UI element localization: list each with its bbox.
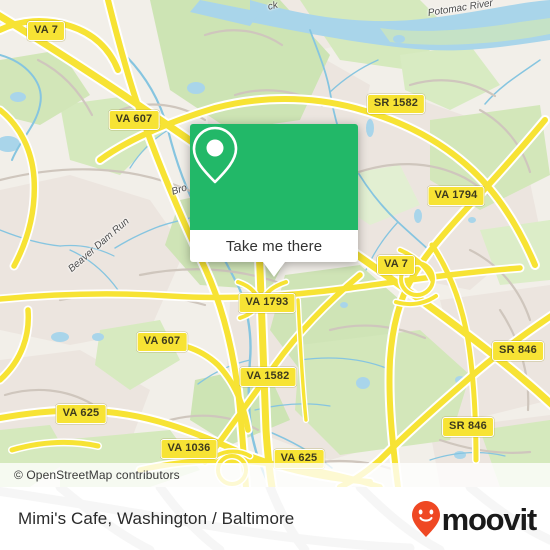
moovit-wordmark: moovit	[441, 502, 538, 537]
road-shield-va-1036[interactable]: VA 1036	[160, 439, 218, 459]
map-canvas[interactable]: Potomac River Beaver Dam Run Bro ck VA 7…	[0, 0, 550, 487]
location-popup[interactable]: Take me there	[190, 124, 358, 277]
road-shield-va-625[interactable]: VA 625	[55, 404, 107, 424]
moovit-smiley-pin-icon	[411, 500, 441, 538]
map-attribution[interactable]: © OpenStreetMap contributors	[0, 463, 550, 487]
road-shield-va-1582[interactable]: VA 1582	[239, 367, 297, 387]
road-shield-sr-846[interactable]: SR 846	[492, 341, 544, 361]
road-shield-sr-1582[interactable]: SR 1582	[366, 94, 426, 114]
road-shield-va-607-2[interactable]: VA 607	[136, 332, 188, 352]
screenshot-root: Potomac River Beaver Dam Run Bro ck VA 7…	[0, 0, 550, 550]
road-shield-va-607[interactable]: VA 607	[108, 110, 160, 130]
moovit-logo[interactable]: moovit	[411, 500, 538, 538]
road-shield-sr-846-2[interactable]: SR 846	[442, 417, 494, 437]
road-shield-va-1794[interactable]: VA 1794	[427, 186, 485, 206]
road-shield-va-7-2[interactable]: VA 7	[376, 255, 416, 275]
popup-header	[190, 124, 358, 230]
place-title: Mimi's Cafe, Washington / Baltimore	[18, 508, 295, 528]
road-shield-va-1793[interactable]: VA 1793	[238, 293, 296, 313]
road-shield-va-7[interactable]: VA 7	[26, 21, 66, 41]
popup-cta[interactable]: Take me there	[190, 230, 358, 262]
popup-tail	[263, 262, 285, 277]
popup-cta-label: Take me there	[225, 237, 323, 255]
footer-bar: Mimi's Cafe, Washington / Baltimore moov…	[0, 487, 550, 550]
